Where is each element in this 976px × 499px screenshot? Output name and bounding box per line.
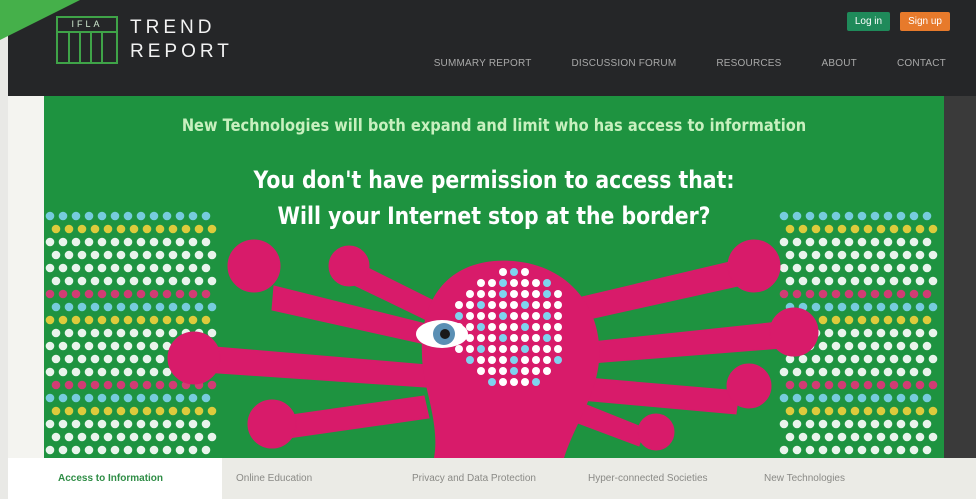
hero-subtitle: New Technologies will both expand and li… (181, 116, 807, 136)
nav-item-resources[interactable]: RESOURCES (716, 58, 781, 69)
tab-access-to-information[interactable]: Access to Information (8, 458, 222, 499)
nav-item-contact[interactable]: CONTACT (897, 58, 946, 69)
nav-item-summary-report[interactable]: SUMMARY REPORT (434, 58, 532, 69)
logo-line-1: TREND (130, 17, 216, 38)
logo-text: TREND REPORT (130, 16, 233, 64)
right-edge-strip (944, 96, 976, 458)
left-edge-strip (0, 0, 8, 499)
site-logo[interactable]: IFLA TREND REPORT (56, 16, 233, 64)
tab-privacy-and-data-protection[interactable]: Privacy and Data Protection (398, 458, 574, 499)
main-nav: SUMMARY REPORT DISCUSSION FORUM RESOURCE… (434, 58, 946, 69)
corner-ribbon (0, 0, 80, 40)
site-header: IFLA TREND REPORT Log in Sign up SUMMARY… (8, 0, 976, 96)
hero-headline-line-2: Will your Internet stop at the border? (277, 202, 711, 230)
hero-headline: You don't have permission to access that… (112, 162, 877, 234)
hero-headline-line-1: You don't have permission to access that… (253, 166, 735, 194)
signup-button[interactable]: Sign up (900, 12, 950, 31)
topic-tabs: Access to Information Online Education P… (8, 458, 976, 499)
nav-item-discussion-forum[interactable]: DISCUSSION FORUM (572, 58, 677, 69)
logo-line-2: REPORT (130, 41, 233, 62)
eye-icon (416, 320, 468, 348)
nav-item-about[interactable]: ABOUT (822, 58, 857, 69)
auth-buttons: Log in Sign up (846, 12, 950, 31)
tab-online-education[interactable]: Online Education (222, 458, 398, 499)
login-button[interactable]: Log in (846, 12, 891, 31)
tab-hyper-connected-societies[interactable]: Hyper-connected Societies (574, 458, 750, 499)
hero-banner[interactable]: New Technologies will both expand and li… (44, 96, 944, 458)
tab-new-technologies[interactable]: New Technologies (750, 458, 926, 499)
multi-armed-figure-illustration (45, 211, 938, 458)
